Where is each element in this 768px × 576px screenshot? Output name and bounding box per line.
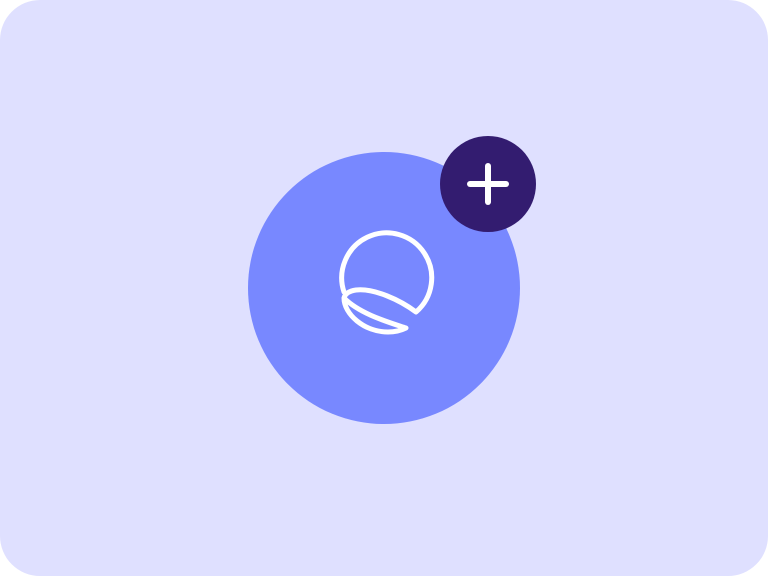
plus-icon xyxy=(467,163,509,205)
add-button[interactable] xyxy=(440,136,536,232)
background-card xyxy=(0,0,768,576)
